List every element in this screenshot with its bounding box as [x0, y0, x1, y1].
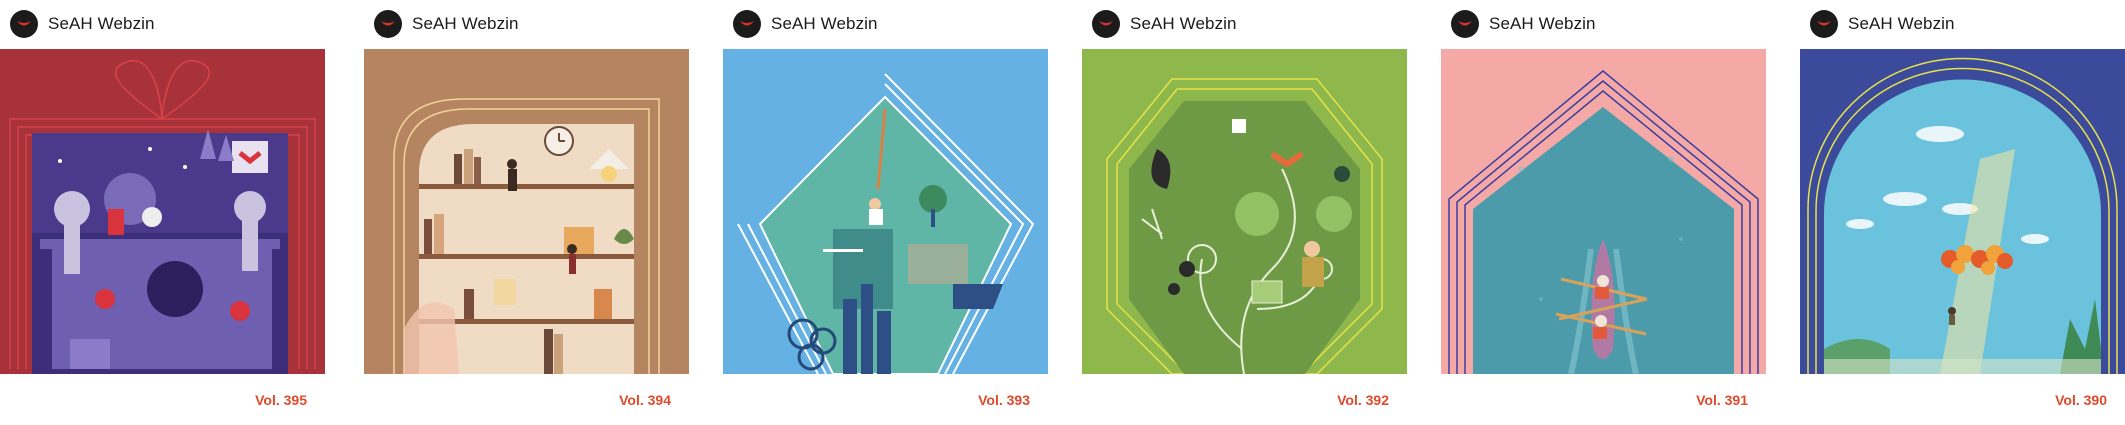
publisher-name: SeAH Webzin [1130, 14, 1237, 33]
card-header: SeAH Webzin [733, 9, 878, 39]
publisher-name: SeAH Webzin [1489, 14, 1596, 33]
cover-image[interactable] [1082, 49, 1407, 374]
cover-image[interactable] [0, 49, 325, 374]
card-header: SeAH Webzin [1810, 9, 1955, 39]
volume-label: Vol. 392 [1337, 392, 1389, 408]
card-header: SeAH Webzin [10, 9, 155, 39]
webzin-card-vol-392[interactable]: SeAH Webzin Vol. 392 [1082, 0, 1407, 425]
volume-label: Vol. 393 [978, 392, 1030, 408]
publisher-name: SeAH Webzin [771, 14, 878, 33]
seah-logo-icon [374, 10, 402, 38]
seah-logo-icon [10, 10, 38, 38]
cover-image[interactable] [364, 49, 689, 374]
volume-label: Vol. 395 [255, 392, 307, 408]
webzin-card-vol-394[interactable]: SeAH Webzin Vol. 394 [364, 0, 689, 425]
seah-logo-icon [733, 10, 761, 38]
cover-image[interactable] [1441, 49, 1766, 374]
publisher-name: SeAH Webzin [1848, 14, 1955, 33]
volume-label: Vol. 390 [2055, 392, 2107, 408]
card-header: SeAH Webzin [374, 9, 519, 39]
publisher-name: SeAH Webzin [48, 14, 155, 33]
webzin-card-vol-395[interactable]: SeAH Webzin Vol. 395 [0, 0, 325, 425]
volume-label: Vol. 391 [1696, 392, 1748, 408]
card-header: SeAH Webzin [1092, 9, 1237, 39]
seah-logo-icon [1092, 10, 1120, 38]
webzin-cover-strip: SeAH Webzin Vol. 395 SeAH Webzin Vol. 39… [0, 0, 2125, 425]
webzin-card-vol-390[interactable]: SeAH Webzin Vol. 390 [1800, 0, 2125, 425]
webzin-card-vol-391[interactable]: SeAH Webzin Vol. 391 [1441, 0, 1766, 425]
cover-image[interactable] [1800, 49, 2125, 374]
volume-label: Vol. 394 [619, 392, 671, 408]
seah-logo-icon [1810, 10, 1838, 38]
seah-logo-icon [1451, 10, 1479, 38]
card-header: SeAH Webzin [1451, 9, 1596, 39]
webzin-card-vol-393[interactable]: SeAH Webzin Vol. 393 [723, 0, 1048, 425]
publisher-name: SeAH Webzin [412, 14, 519, 33]
cover-image[interactable] [723, 49, 1048, 374]
